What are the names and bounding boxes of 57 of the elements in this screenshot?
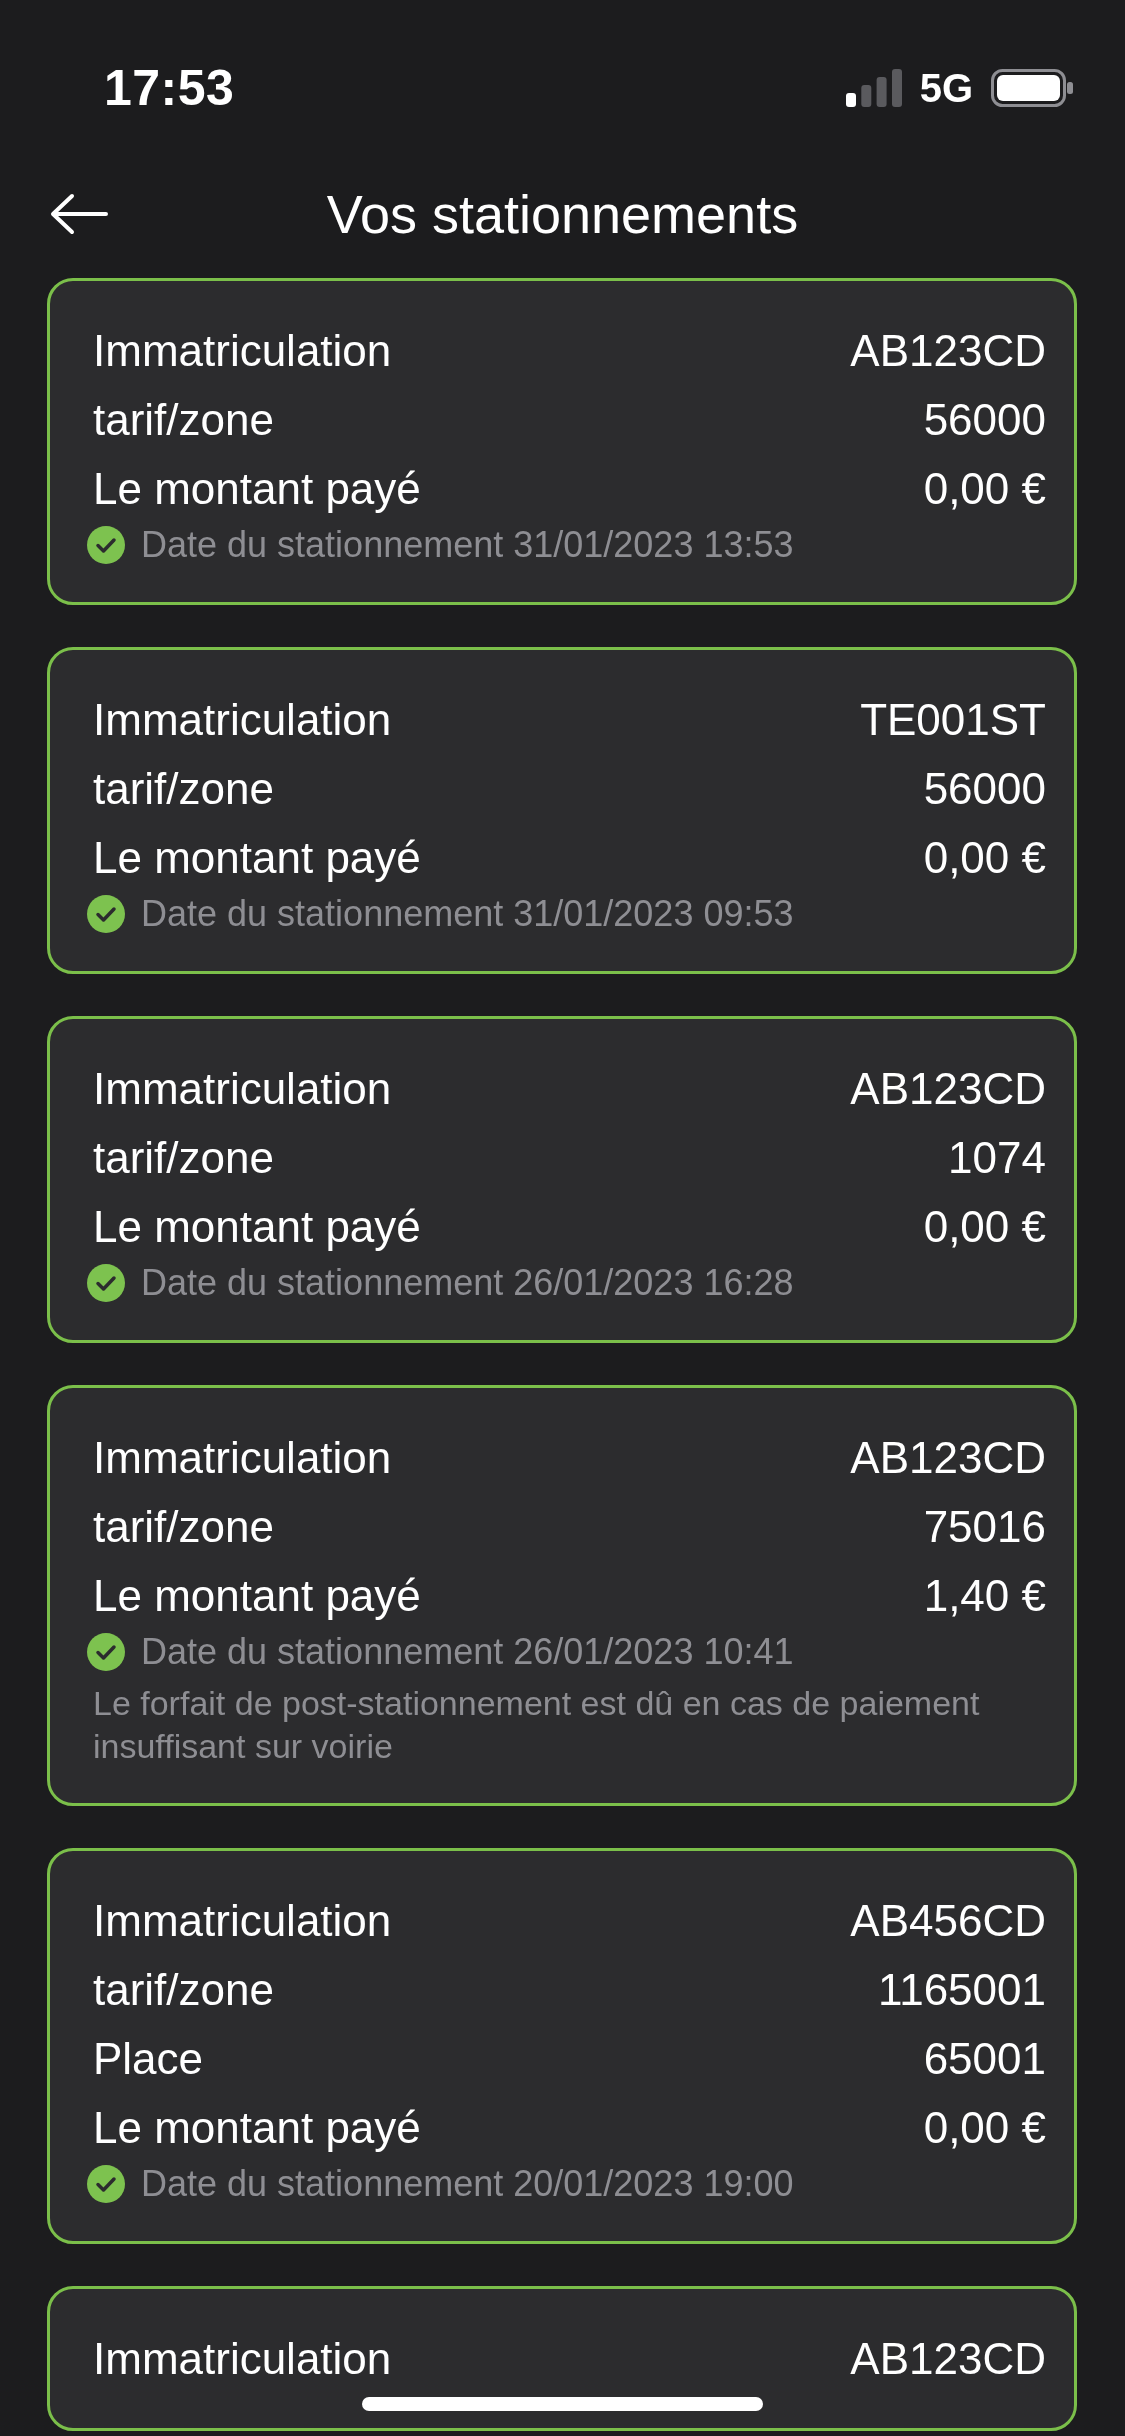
parking-card[interactable]: Immatriculation AB123CD tarif/zone 56000 Le montant payé 0,00 € Date du stationnement 31/01/2023 13:53 <box>47 278 1077 605</box>
row-label: Le montant payé <box>93 2102 421 2153</box>
status-time: 17:53 <box>104 59 235 117</box>
check-circle-icon <box>87 1633 125 1671</box>
row-value: 56000 <box>923 763 1046 814</box>
row-label: tarif/zone <box>93 1964 274 2015</box>
row-label: tarif/zone <box>93 394 274 445</box>
row-value: 56000 <box>923 394 1046 445</box>
row-value: AB123CD <box>850 2333 1046 2384</box>
row-label: Immatriculation <box>93 1063 392 1114</box>
row-value: 0,00 € <box>923 832 1046 883</box>
row-value: 0,00 € <box>923 463 1046 514</box>
signal-icon <box>845 69 902 107</box>
row-value: 1,40 € <box>923 1570 1046 1621</box>
row-value: AB123CD <box>850 1063 1046 1114</box>
parking-card[interactable]: Immatriculation AB123CD tarif/zone 1074 Le montant payé 0,00 € Date du stationnement 26/01/2023 16:28 <box>47 1016 1077 1343</box>
row-value: 75016 <box>923 1501 1046 1552</box>
row-value: TE001ST <box>860 694 1046 745</box>
check-circle-icon <box>87 526 125 564</box>
parking-card[interactable]: Immatriculation TE001ST tarif/zone 56000 Le montant payé 0,00 € Date du stationnement 31/01/2023 09:53 <box>47 647 1077 974</box>
check-circle-icon <box>87 895 125 933</box>
check-circle-icon <box>87 2165 125 2203</box>
row-label: Le montant payé <box>93 1201 421 1252</box>
parking-date: Date du stationnement 20/01/2023 19:00 <box>141 2163 794 2205</box>
row-label: tarif/zone <box>93 1132 274 1183</box>
row-value: AB456CD <box>850 1895 1046 1946</box>
row-value: 1074 <box>948 1132 1046 1183</box>
parking-card[interactable]: Immatriculation AB456CD tarif/zone 1165001 Place 65001 Le montant payé 0,00 € Date du stationnement 20/01/2023 19:00 <box>47 1848 1077 2244</box>
row-label: Immatriculation <box>93 694 392 745</box>
payment-note: Le forfait de post-stationnement est dû en cas de paiement insuffisant sur voirie <box>93 1683 981 1767</box>
check-circle-icon <box>87 1264 125 1302</box>
parking-date: Date du stationnement 26/01/2023 16:28 <box>141 1262 794 1304</box>
parking-card[interactable]: Immatriculation AB123CD <box>47 2286 1077 2431</box>
row-value: AB123CD <box>850 1432 1046 1483</box>
row-value: 0,00 € <box>923 1201 1046 1252</box>
parking-date: Date du stationnement 31/01/2023 09:53 <box>141 893 794 935</box>
row-label: tarif/zone <box>93 1501 274 1552</box>
row-label: Immatriculation <box>93 325 392 376</box>
row-label: Place <box>93 2033 204 2084</box>
row-value: AB123CD <box>850 325 1046 376</box>
row-value: 1165001 <box>877 1964 1046 2015</box>
parking-card[interactable]: Immatriculation AB123CD tarif/zone 75016 Le montant payé 1,40 € Date du stationnement 26/01/2023 10:41 Le forfait de post-stationnement est dû en cas de paiement insuffisant sur voirie <box>47 1385 1077 1806</box>
battery-icon <box>991 69 1073 107</box>
row-label: Immatriculation <box>93 1895 392 1946</box>
row-label: Le montant payé <box>93 463 421 514</box>
row-label: Immatriculation <box>93 1432 392 1483</box>
parking-date: Date du stationnement 26/01/2023 10:41 <box>141 1631 794 1673</box>
row-label: Immatriculation <box>93 2333 392 2384</box>
row-label: Le montant payé <box>93 832 421 883</box>
row-label: tarif/zone <box>93 763 274 814</box>
back-arrow-icon <box>50 193 108 235</box>
row-label: Le montant payé <box>93 1570 421 1621</box>
row-value: 65001 <box>923 2033 1046 2084</box>
row-value: 0,00 € <box>923 2102 1046 2153</box>
parking-date: Date du stationnement 31/01/2023 13:53 <box>141 524 794 566</box>
network-label: 5G <box>919 65 973 111</box>
page-title: Vos stationnements <box>326 183 799 245</box>
